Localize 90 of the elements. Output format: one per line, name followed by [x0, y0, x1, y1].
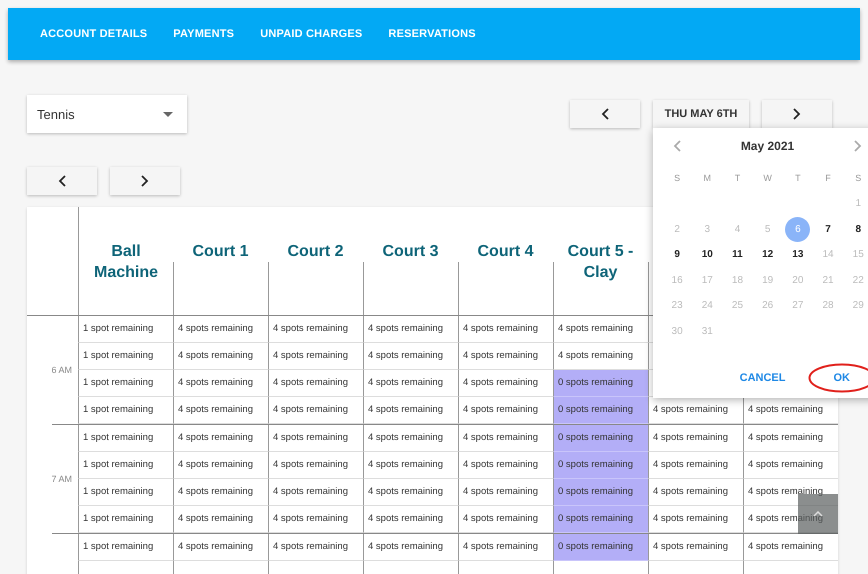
slot-cell[interactable]: 4 spots remaining: [268, 316, 363, 343]
slot-cell[interactable]: 0 spots remaining: [553, 397, 648, 424]
time-label: 6 AM: [51, 365, 72, 375]
slot-cell[interactable]: 4 spots remaining: [363, 506, 458, 533]
slot-cell[interactable]: 4 spots remaining: [173, 343, 268, 370]
slot-cell[interactable]: 4 spots remaining: [363, 425, 458, 452]
slot-cell[interactable]: 0 spots remaining: [553, 452, 648, 479]
chevron-left-icon: [58, 175, 66, 187]
slot-cell[interactable]: 1 spot remaining: [78, 370, 173, 397]
next-month-icon: [854, 140, 862, 152]
slot-cell[interactable]: 4 spots remaining: [363, 316, 458, 343]
slot-cell[interactable]: 1 spot remaining: [78, 452, 173, 479]
slot-cell[interactable]: 4 spots remaining: [363, 343, 458, 370]
slot-cell[interactable]: 4 spots remaining: [458, 316, 553, 343]
slot-cell[interactable]: 4 spots remaining: [268, 479, 363, 506]
column-header: Court 5 - Clay: [566, 242, 634, 283]
slot-cell[interactable]: 0 spots remaining: [553, 506, 648, 533]
slot-cell[interactable]: 4 spots remaining: [648, 425, 743, 452]
slot-cell[interactable]: 4 spots remaining: [268, 534, 363, 561]
slot-cell[interactable]: 4 spots remaining: [268, 425, 363, 452]
slot-cell[interactable]: 4 spots remaining: [173, 425, 268, 452]
slot-cell[interactable]: 4 spots remaining: [268, 506, 363, 533]
month-label: May 2021: [740, 139, 796, 153]
slot-cell[interactable]: 4 spots remaining: [648, 479, 743, 506]
weekday-label: T: [734, 172, 742, 185]
chevron-right-icon: [793, 108, 801, 120]
slot-cell[interactable]: 4 spots remaining: [268, 343, 363, 370]
next-columns-button[interactable]: [110, 167, 180, 195]
slot-cell[interactable]: 4 spots remaining: [173, 452, 268, 479]
slot-cell[interactable]: 1 spot remaining: [78, 534, 173, 561]
previous-columns-button[interactable]: [27, 167, 97, 195]
weekday-label: S: [854, 172, 862, 185]
chevron-left-icon: [601, 108, 609, 120]
slot-cell[interactable]: 4 spots remaining: [173, 534, 268, 561]
slot-cell[interactable]: 4 spots remaining: [173, 506, 268, 533]
slot-cell[interactable]: 4 spots remaining: [173, 370, 268, 397]
slot-cell[interactable]: 4 spots remaining: [553, 316, 648, 343]
slot-cell[interactable]: 1 spot remaining: [78, 425, 173, 452]
calendar-day[interactable]: 13: [785, 242, 810, 268]
weekday-label: S: [673, 172, 682, 185]
slot-cell[interactable]: 1 spot remaining: [78, 397, 173, 424]
column-header: Ball Machine: [92, 242, 159, 283]
column-header: Court 3: [382, 242, 438, 262]
slot-cell[interactable]: 1 spot remaining: [78, 479, 173, 506]
dropdown-caret-icon: [163, 112, 173, 116]
weekday-label: F: [824, 172, 832, 185]
calendar-day[interactable]: 12: [755, 242, 780, 268]
slot-cell[interactable]: 4 spots remaining: [363, 452, 458, 479]
slot-cell[interactable]: 4 spots remaining: [743, 425, 838, 452]
time-label: 7 AM: [51, 474, 72, 484]
slot-cell[interactable]: 4 spots remaining: [648, 534, 743, 561]
date-button[interactable]: THU MAY 6TH: [653, 100, 749, 128]
calendar-day[interactable]: 9: [664, 242, 690, 268]
slot-cell[interactable]: 4 spots remaining: [268, 452, 363, 479]
slot-cell[interactable]: 4 spots remaining: [173, 479, 268, 506]
slot-cell[interactable]: 4 spots remaining: [268, 397, 363, 424]
weekday-label: W: [762, 172, 773, 185]
slot-cell[interactable]: 4 spots remaining: [363, 370, 458, 397]
weekday-label: M: [702, 172, 712, 185]
calendar-day[interactable]: 11: [724, 242, 750, 268]
weekday-label: T: [794, 172, 802, 185]
previous-month-icon: [673, 140, 681, 152]
slot-cell[interactable]: 0 spots remaining: [553, 534, 648, 561]
slot-cell[interactable]: 1 spot remaining: [78, 506, 173, 533]
slot-cell[interactable]: 4 spots remaining: [363, 397, 458, 424]
next-day-button[interactable]: [762, 100, 832, 128]
slot-cell[interactable]: 0 spots remaining: [553, 370, 648, 397]
slot-cell[interactable]: 4 spots remaining: [458, 343, 553, 370]
calendar-day[interactable]: 8: [846, 216, 868, 242]
slot-cell[interactable]: 4 spots remaining: [743, 452, 838, 479]
slot-cell[interactable]: 4 spots remaining: [363, 479, 458, 506]
slot-cell[interactable]: 4 spots remaining: [268, 370, 363, 397]
calendar-day[interactable]: 7: [816, 216, 841, 242]
chevron-right-icon: [141, 175, 149, 187]
calendar-day[interactable]: 10: [694, 242, 720, 268]
slot-cell[interactable]: 1 spot remaining: [78, 343, 173, 370]
column-header: Court 2: [288, 242, 344, 262]
slot-cell[interactable]: 0 spots remaining: [553, 479, 648, 506]
slot-cell[interactable]: 4 spots remaining: [173, 316, 268, 343]
slot-cell[interactable]: 4 spots remaining: [648, 506, 743, 533]
slot-cell[interactable]: 4 spots remaining: [173, 397, 268, 424]
slot-cell[interactable]: 4 spots remaining: [648, 452, 743, 479]
previous-day-button[interactable]: [570, 100, 640, 128]
column-header: Court 1: [192, 242, 248, 262]
sport-select[interactable]: Tennis: [27, 95, 187, 133]
slot-cell[interactable]: 4 spots remaining: [363, 534, 458, 561]
column-header: Court 4: [478, 242, 534, 262]
slot-cell[interactable]: 0 spots remaining: [553, 425, 648, 452]
slot-cell[interactable]: 1 spot remaining: [78, 316, 173, 343]
dialog-button[interactable]: CANCEL: [734, 366, 792, 390]
